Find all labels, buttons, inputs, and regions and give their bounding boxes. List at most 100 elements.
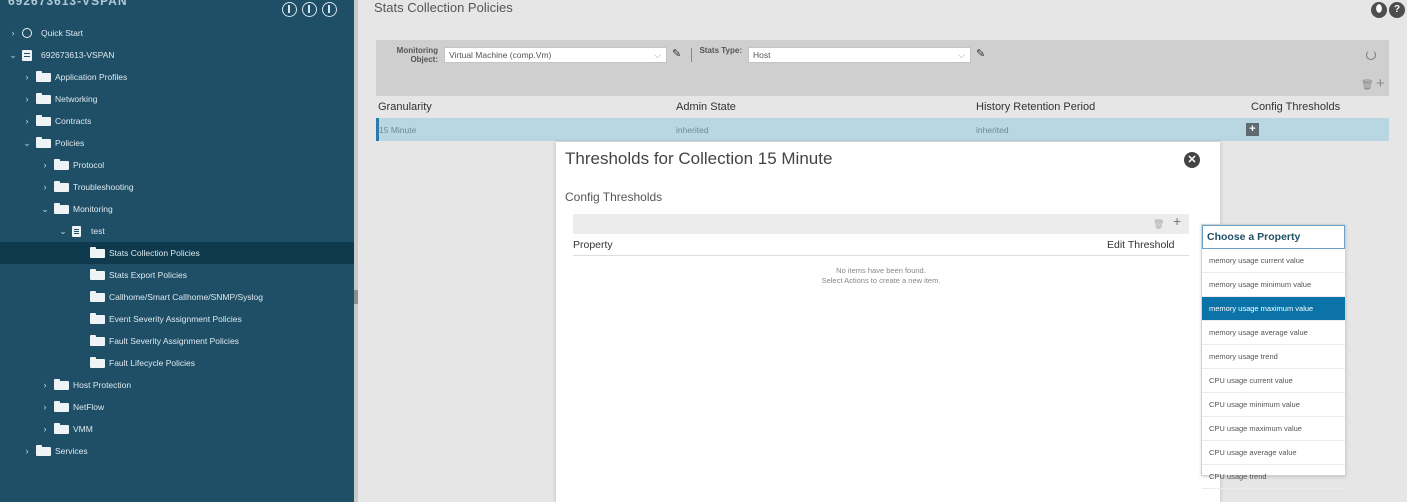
- quick-start-icon: [22, 28, 32, 38]
- trash-icon[interactable]: 🗑: [1153, 219, 1164, 230]
- property-option[interactable]: memory usage minimum value: [1202, 273, 1345, 297]
- empty-state: No items have been found. Select Actions…: [573, 266, 1189, 286]
- document-icon: [72, 226, 81, 237]
- chevron-right-icon[interactable]: ›: [22, 440, 32, 462]
- sidebar-item-label: Troubleshooting: [73, 182, 134, 192]
- chevron-right-icon[interactable]: ›: [22, 110, 32, 132]
- chevron-down-icon: ⌵: [958, 50, 965, 60]
- property-option[interactable]: CPU usage trend: [1202, 465, 1345, 489]
- sidebar-item-policies[interactable]: ⌄ Policies: [0, 132, 354, 154]
- sidebar-item-test[interactable]: ⌄ test: [0, 220, 354, 242]
- property-option[interactable]: CPU usage average value: [1202, 441, 1345, 465]
- property-option[interactable]: CPU usage current value: [1202, 369, 1345, 393]
- property-option[interactable]: memory usage maximum value: [1202, 297, 1345, 321]
- monitoring-object-value: Virtual Machine (comp.Vm): [449, 50, 552, 60]
- sidebar-item-quick-start[interactable]: › Quick Start: [0, 22, 354, 44]
- sidebar-item-label: Event Severity Assignment Policies: [109, 314, 242, 324]
- sidebar-item-fault-lifecycle-policies[interactable]: Fault Lifecycle Policies: [0, 352, 354, 374]
- close-icon[interactable]: ✕: [1184, 152, 1200, 168]
- add-icon[interactable]: +: [1376, 75, 1385, 92]
- server-icon: [22, 50, 32, 61]
- table-row[interactable]: 15 Minute inherited inherited +: [376, 118, 1389, 141]
- monitoring-object-select[interactable]: Virtual Machine (comp.Vm) ⌵: [444, 47, 667, 63]
- folder-icon: [36, 115, 51, 126]
- chevron-down-icon[interactable]: ⌄: [22, 132, 32, 154]
- sidebar-item-networking[interactable]: › Networking: [0, 88, 354, 110]
- chevron-right-icon[interactable]: ›: [40, 396, 50, 418]
- sidebar-item-label: VMM: [73, 424, 93, 434]
- choose-property-menu: Choose a Property memory usage current v…: [1201, 224, 1346, 489]
- folder-icon: [54, 203, 69, 214]
- folder-icon: [36, 445, 51, 456]
- empty-state-line-1: No items have been found.: [836, 266, 926, 275]
- folder-icon: [36, 93, 51, 104]
- folder-icon: [90, 357, 105, 368]
- sidebar-item-monitoring[interactable]: ⌄ Monitoring: [0, 198, 354, 220]
- config-thresholds-add-button[interactable]: +: [1246, 123, 1259, 136]
- sidebar-item-label: Host Protection: [73, 380, 132, 390]
- property-option[interactable]: memory usage trend: [1202, 345, 1345, 369]
- sidebar-item-application-profiles[interactable]: › Application Profiles: [0, 66, 354, 88]
- sidebar-item-event-severity-assignment-policies[interactable]: Event Severity Assignment Policies: [0, 308, 354, 330]
- chevron-down-icon[interactable]: ⌄: [40, 198, 50, 220]
- refresh-icon[interactable]: [322, 2, 337, 17]
- column-history-retention[interactable]: History Retention Period: [976, 101, 1095, 113]
- help-icon[interactable]: ?: [1389, 2, 1405, 18]
- sidebar-item-services[interactable]: › Services: [0, 440, 354, 462]
- edit-stats-type-icon[interactable]: ✎: [976, 49, 985, 60]
- power-icon[interactable]: [282, 2, 297, 17]
- chevron-down-icon: ⌵: [654, 50, 661, 60]
- navigation-sidebar: 692673613-VSPAN › Quick Start ⌄ 692673613-V…: [0, 0, 354, 502]
- column-property[interactable]: Property: [573, 239, 613, 251]
- sidebar-item-contracts[interactable]: › Contracts: [0, 110, 354, 132]
- cell-granularity: 15 Minute: [379, 125, 417, 135]
- sidebar-item-692673613-vspan[interactable]: ⌄ 692673613-VSPAN: [0, 44, 354, 66]
- refresh-icon[interactable]: [1366, 50, 1376, 60]
- sidebar-item-label: test: [91, 226, 105, 236]
- sidebar-item-label: Fault Lifecycle Policies: [109, 358, 195, 368]
- sidebar-item-stats-export-policies[interactable]: Stats Export Policies: [0, 264, 354, 286]
- column-edit-threshold[interactable]: Edit Threshold: [1107, 239, 1175, 251]
- chevron-down-icon[interactable]: ⌄: [58, 220, 68, 242]
- edit-monitoring-object-icon[interactable]: ✎: [672, 49, 681, 60]
- sidebar-item-label: 692673613-VSPAN: [41, 50, 115, 60]
- chevron-right-icon[interactable]: ›: [40, 374, 50, 396]
- settings-icon[interactable]: [302, 2, 317, 17]
- sidebar-item-netflow[interactable]: › NetFlow: [0, 396, 354, 418]
- folder-icon: [54, 401, 69, 412]
- chevron-right-icon[interactable]: ›: [8, 22, 18, 44]
- folder-icon: [36, 71, 51, 82]
- property-option[interactable]: memory usage average value: [1202, 321, 1345, 345]
- property-option[interactable]: CPU usage maximum value: [1202, 417, 1345, 441]
- monitoring-object-label: Monitoring Object:: [396, 46, 438, 64]
- trash-icon[interactable]: 🗑: [1361, 80, 1374, 91]
- sidebar-item-stats-collection-policies[interactable]: Stats Collection Policies: [0, 242, 354, 264]
- sidebar-item-fault-severity-assignment-policies[interactable]: Fault Severity Assignment Policies: [0, 330, 354, 352]
- sidebar-item-vmm[interactable]: › VMM: [0, 418, 354, 440]
- column-granularity[interactable]: Granularity: [378, 101, 432, 113]
- stats-type-select[interactable]: Host ⌵: [748, 47, 971, 63]
- property-option[interactable]: memory usage current value: [1202, 249, 1345, 273]
- folder-icon: [90, 335, 105, 346]
- add-icon[interactable]: +: [1173, 213, 1181, 229]
- chevron-right-icon[interactable]: ›: [40, 176, 50, 198]
- column-admin-state[interactable]: Admin State: [676, 101, 736, 113]
- sidebar-item-callhome-smart-callhome-snmp-syslog[interactable]: Callhome/Smart Callhome/SNMP/Syslog: [0, 286, 354, 308]
- chevron-right-icon[interactable]: ›: [22, 66, 32, 88]
- sidebar-item-label: Callhome/Smart Callhome/SNMP/Syslog: [109, 292, 263, 302]
- chevron-right-icon[interactable]: ›: [40, 418, 50, 440]
- sidebar-item-label: Monitoring: [73, 204, 113, 214]
- sidebar-title: 692673613-VSPAN: [8, 0, 128, 8]
- sidebar-header: 692673613-VSPAN: [0, 0, 354, 22]
- sidebar-item-host-protection[interactable]: › Host Protection: [0, 374, 354, 396]
- sidebar-item-troubleshooting[interactable]: › Troubleshooting: [0, 176, 354, 198]
- folder-icon: [90, 269, 105, 280]
- bookmark-icon[interactable]: ⬮: [1371, 2, 1387, 18]
- sidebar-item-protocol[interactable]: › Protocol: [0, 154, 354, 176]
- chevron-right-icon[interactable]: ›: [40, 154, 50, 176]
- property-option[interactable]: CPU usage minimum value: [1202, 393, 1345, 417]
- chevron-right-icon[interactable]: ›: [22, 88, 32, 110]
- column-config-thresholds[interactable]: Config Thresholds: [1251, 101, 1340, 113]
- folder-icon: [90, 291, 105, 302]
- chevron-down-icon[interactable]: ⌄: [8, 44, 18, 66]
